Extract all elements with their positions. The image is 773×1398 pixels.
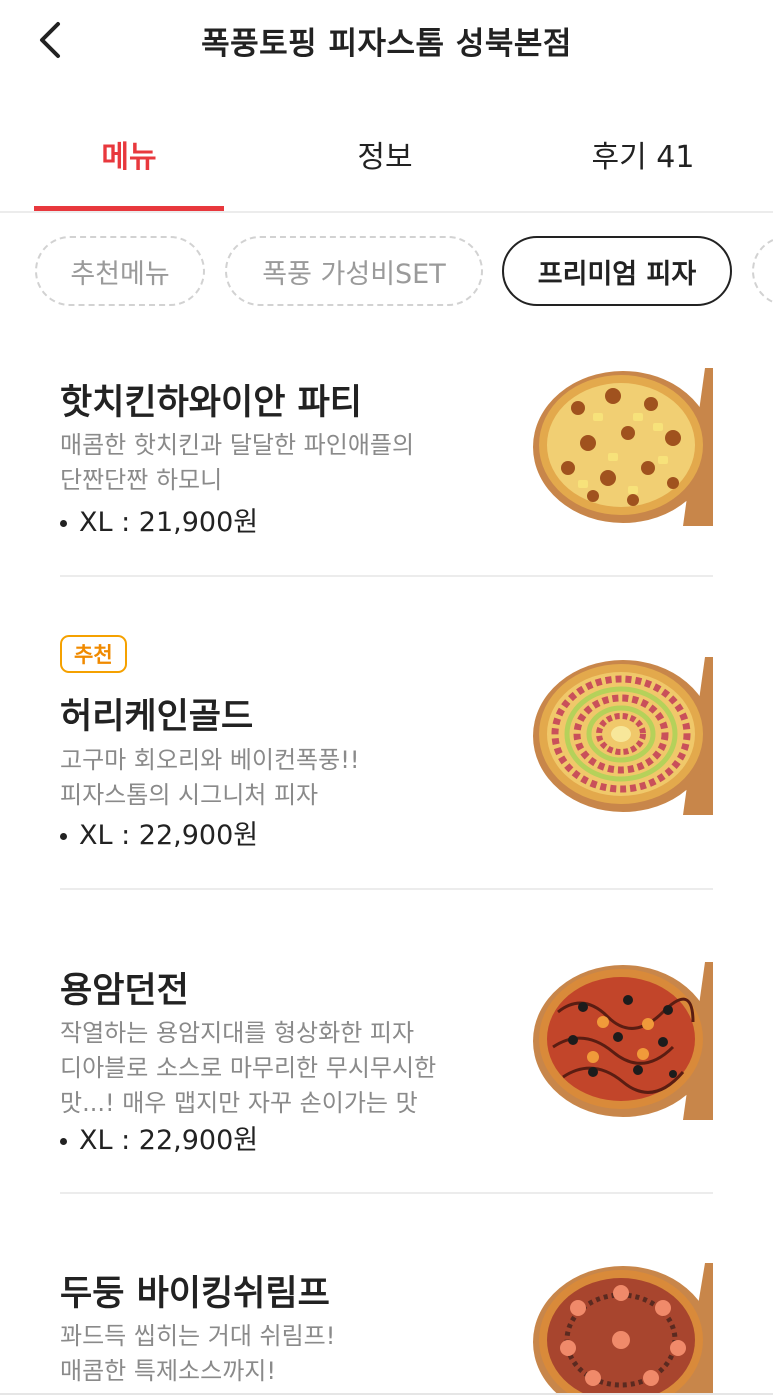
menu-item[interactable]: 두둥 바이킹쉬림프 꽈드득 씹히는 거대 쉬림프! 매콤한 특제소스까지! [60,1255,713,1395]
pizza-image[interactable] [533,368,713,526]
active-tab-indicator [34,206,224,211]
menu-item-price: XL : 22,900원 [60,1118,258,1157]
menu-item-description: 꽈드득 씹히는 거대 쉬림프! 매콤한 특제소스까지! [60,1319,480,1389]
description-line: 매콤한 핫치킨과 달달한 파인애플의 [60,431,415,459]
pizza-image[interactable] [533,962,713,1120]
menu-item-name: 두둥 바이킹쉬림프 [60,1274,330,1314]
item-divider [60,1192,713,1194]
description-line: 피자스톰의 시그니처 피자 [60,781,319,809]
menu-item-name: 허리케인골드 [60,697,254,737]
description-line: 작열하는 용암지대를 형상화한 피자 [60,1019,415,1047]
recommended-badge: 추천 [60,635,127,673]
chip-value-set[interactable]: 폭풍 가성비SET [225,236,483,306]
menu-item-name: 용암던전 [60,971,189,1011]
menu-item-description: 작열하는 용암지대를 형상화한 피자 디아블로 소스로 마무리한 무시무시한 맛… [60,1016,480,1121]
price-text: XL : 22,900원 [79,1125,259,1156]
menu-item[interactable]: 용암던전 작열하는 용암지대를 형상화한 피자 디아블로 소스로 마무리한 무시… [60,950,713,1190]
tab-menu[interactable]: 메뉴 [34,132,224,176]
item-divider [60,575,713,577]
tab-bar: 메뉴 정보 후기 41 [0,110,773,213]
menu-item-price: XL : 22,900원 [60,813,258,852]
chip-next-category[interactable] [752,236,773,306]
description-line: 디아블로 소스로 마무리한 무시무시한 [60,1054,437,1082]
item-divider [60,888,713,890]
bottom-edge [0,1393,773,1395]
description-line: 매콤한 특제소스까지! [60,1357,276,1385]
description-line: 단짠단짠 하모니 [60,466,223,494]
store-title: 폭풍토핑 피자스톰 성북본점 [201,26,572,62]
chip-recommended[interactable]: 추천메뉴 [35,236,205,306]
menu-item-price: XL : 21,900원 [60,500,258,539]
price-text: XL : 21,900원 [79,507,259,538]
pizza-image[interactable] [533,1263,713,1395]
pizza-image[interactable] [533,657,713,815]
menu-item-description: 고구마 회오리와 베이컨폭풍!! 피자스톰의 시그니처 피자 [60,743,480,813]
tab-info[interactable]: 정보 [290,132,480,176]
price-text: XL : 22,900원 [79,820,259,851]
description-line: 고구마 회오리와 베이컨폭풍!! [60,746,360,774]
tab-reviews[interactable]: 후기 41 [548,132,738,176]
menu-item[interactable]: 추천 허리케인골드 고구마 회오리와 베이컨폭풍!! 피자스톰의 시그니처 피자… [60,635,713,890]
category-chip-bar[interactable]: 추천메뉴 폭풍 가성비SET 프리미엄 피자 [0,236,773,308]
menu-item-name: 핫치킨하와이안 파티 [60,383,362,423]
menu-item-description: 매콤한 핫치킨과 달달한 파인애플의 단짠단짠 하모니 [60,428,480,498]
app-header: 폭풍토핑 피자스톰 성북본점 [0,0,773,84]
chip-premium-pizza[interactable]: 프리미엄 피자 [502,236,732,306]
description-line: 맛...! 매우 맵지만 자꾸 손이가는 맛 [60,1089,418,1117]
description-line: 꽈드득 씹히는 거대 쉬림프! [60,1322,336,1350]
menu-item[interactable]: 핫치킨하와이안 파티 매콤한 핫치킨과 달달한 파인애플의 단짠단짠 하모니 X… [60,360,713,575]
